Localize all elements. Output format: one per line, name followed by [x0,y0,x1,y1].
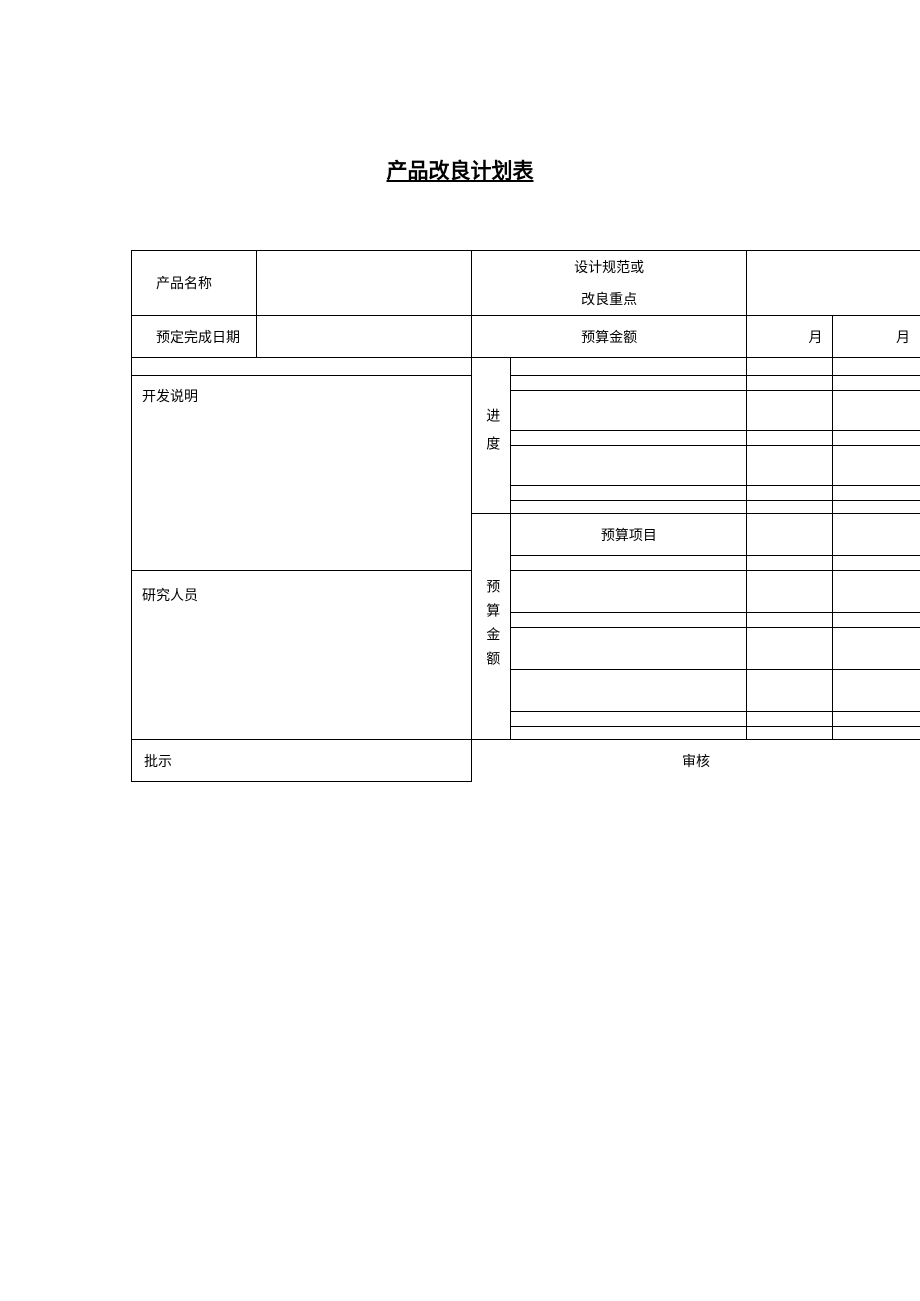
cell-budget-r7 [511,727,747,740]
cell-progress-r4 [511,431,747,446]
cell-budget-r3-m2 [833,613,920,628]
cell-progress-r3-m1 [747,391,833,431]
cell-progress-r1-m1 [747,358,833,376]
cell-budget-r6-m2 [833,712,920,727]
cell-budget-h-m1 [747,514,833,556]
cell-progress-r1 [511,358,747,376]
cell-budget-r1-m1 [747,556,833,571]
label-approval: 批示 [132,740,472,782]
cell-budget-r7-m2 [833,727,920,740]
cell-design-spec-value [747,251,920,316]
label-budget-item: 预算项目 [511,514,747,556]
cell-progress-r3-m2 [833,391,920,431]
cell-progress-r1-m2 [833,358,920,376]
cell-budget-r7-m1 [747,727,833,740]
document-title: 产品改良计划表 [0,155,920,185]
cell-progress-r6 [511,486,747,501]
cell-progress-r2-m2 [833,376,920,391]
plan-table: 产品名称 设计规范或 改良重点 预定完成日期 预算金额 月 月 进度 [131,250,920,782]
cell-budget-r2 [511,571,747,613]
cell-progress-r5-m2 [833,446,920,486]
cell-progress-r5-m1 [747,446,833,486]
cell-budget-r3 [511,613,747,628]
label-progress: 进度 [472,358,511,514]
cell-budget-r6 [511,712,747,727]
cell-progress-r6-m2 [833,486,920,501]
cell-month-2: 月 [833,316,920,358]
cell-progress-r4-m1 [747,431,833,446]
label-review: 审核 [472,740,920,782]
cell-budget-r1 [511,556,747,571]
cell-progress-r6-m1 [747,486,833,501]
cell-budget-r4 [511,628,747,670]
label-dev-desc: 开发说明 [132,376,472,571]
label-budget-amount: 预算金额 [472,316,747,358]
label-planned-date: 预定完成日期 [132,316,257,358]
label-design-spec-line2: 改良重点 [472,283,747,316]
cell-budget-r6-m1 [747,712,833,727]
label-product-name: 产品名称 [132,251,257,316]
cell-budget-r2-m2 [833,571,920,613]
cell-budget-r4-m1 [747,628,833,670]
cell-progress-r7-m1 [747,501,833,514]
cell-budget-r4-m2 [833,628,920,670]
cell-budget-r5-m1 [747,670,833,712]
cell-progress-r4-m2 [833,431,920,446]
label-researchers: 研究人员 [132,571,472,740]
cell-month-1: 月 [747,316,833,358]
cell-budget-r3-m1 [747,613,833,628]
cell-budget-r5 [511,670,747,712]
cell-progress-r2 [511,376,747,391]
label-design-spec-line1: 设计规范或 [472,251,747,283]
cell-budget-h-m2 [833,514,920,556]
cell-spacer-left [132,358,472,376]
cell-budget-r5-m2 [833,670,920,712]
cell-progress-r7 [511,501,747,514]
cell-product-name-value [257,251,472,316]
label-budget-amount-vertical: 预算金额 [472,514,511,740]
cell-progress-r7-m2 [833,501,920,514]
cell-progress-r5 [511,446,747,486]
cell-planned-date-value [257,316,472,358]
cell-progress-r3 [511,391,747,431]
cell-budget-r1-m2 [833,556,920,571]
cell-progress-r2-m1 [747,376,833,391]
cell-budget-r2-m1 [747,571,833,613]
